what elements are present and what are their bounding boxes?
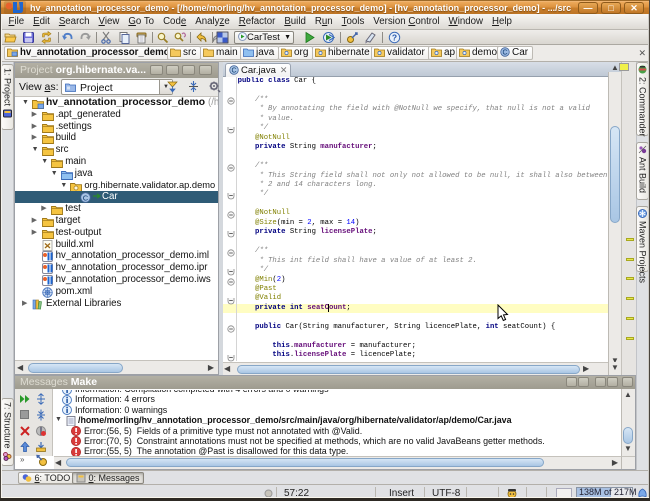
svg-text:C: C bbox=[502, 50, 507, 57]
svg-text:?: ? bbox=[392, 33, 397, 43]
svg-text:C: C bbox=[231, 68, 236, 75]
svg-text:C: C bbox=[83, 194, 89, 203]
